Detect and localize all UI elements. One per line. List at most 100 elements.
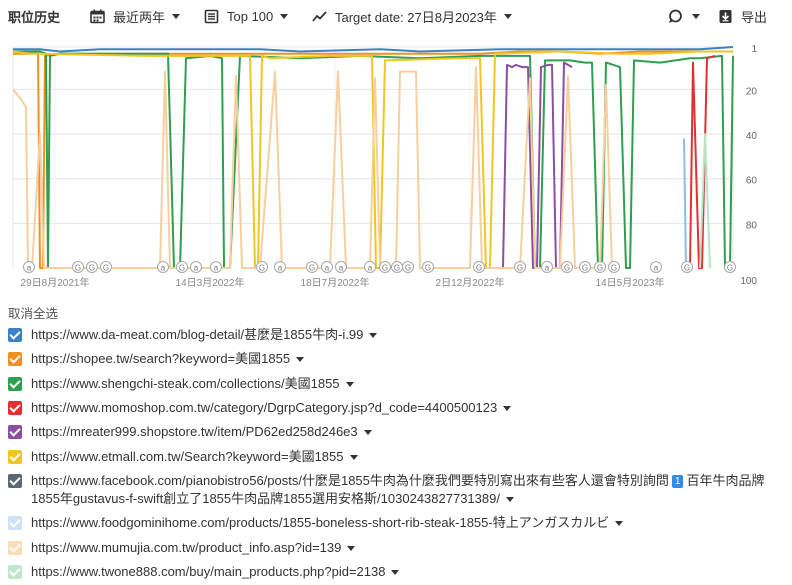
url-text: https://www.etmall.com.tw/Search?keyword… [31, 449, 344, 464]
chevron-down-icon [347, 546, 356, 552]
deselect-all-link[interactable]: 取消全选 [8, 303, 58, 322]
chevron-down-icon [363, 430, 372, 436]
url-text: https://www.momoshop.com.tw/category/Dgr… [31, 400, 498, 415]
annotation-marker-label: G [405, 264, 411, 273]
url-text: https://www.twone888.com/buy/main_produc… [31, 564, 386, 579]
annotation-marker-label: a [161, 264, 166, 273]
url-text: https://www.da-meat.com/blog-detail/甚麼是1… [31, 327, 364, 342]
url-dropdown[interactable]: https://www.facebook.com/pianobistro56/p… [31, 472, 788, 508]
series-checkbox[interactable] [8, 425, 22, 439]
chevron-down-icon [369, 333, 378, 339]
annotation-marker-label: G [597, 264, 603, 273]
chevron-down-icon [345, 382, 354, 388]
series-checkbox[interactable] [8, 565, 22, 579]
url-dropdown[interactable]: https://www.shengchi-steak.com/collectio… [31, 375, 788, 393]
chevron-down-icon [503, 13, 512, 19]
top-label: Top 100 [227, 8, 274, 24]
chevron-down-icon [172, 13, 181, 19]
annotation-marker-label: G [684, 264, 690, 273]
annotation-marker-label: G [727, 264, 733, 273]
comment-dropdown[interactable] [668, 7, 700, 25]
list-item: https://www.facebook.com/pianobistro56/p… [8, 472, 788, 508]
series-checkbox[interactable] [8, 516, 22, 530]
list-item: https://www.foodgominihome.com/products/… [8, 514, 788, 532]
x-tick-label: 2日12月2022年 [436, 276, 505, 289]
annotation-marker-label: G [259, 264, 265, 273]
list-item: https://www.shengchi-steak.com/collectio… [8, 375, 788, 393]
annotation-marker-label: G [179, 264, 185, 273]
series-checkbox[interactable] [8, 352, 22, 366]
y-tick-label: 40 [746, 131, 758, 142]
y-tick-label: 1 [751, 44, 757, 55]
comment-icon [668, 9, 683, 24]
annotation-marker-label: a [194, 264, 199, 273]
chevron-down-icon [391, 570, 400, 576]
annotation-marker-label: G [394, 264, 400, 273]
download-icon [718, 9, 733, 24]
annotation-marker-label: a [368, 264, 373, 273]
list-item: https://www.momoshop.com.tw/category/Dgr… [8, 399, 788, 417]
chevron-down-icon [692, 13, 700, 19]
y-tick-label: 20 [746, 86, 758, 97]
top-dropdown[interactable]: Top 100 [204, 7, 289, 25]
target-date-dropdown[interactable]: Target date: 27日8月2023年 [312, 7, 512, 25]
series-checkbox[interactable] [8, 450, 22, 464]
url-text: https://www.mumujia.com.tw/product_info.… [31, 540, 342, 555]
series-checkbox[interactable] [8, 541, 22, 555]
series-checkbox[interactable] [8, 328, 22, 342]
chevron-down-icon [503, 406, 512, 412]
series-checkbox[interactable] [8, 401, 22, 415]
annotation-marker-label: G [89, 264, 95, 273]
annotation-marker-label: G [75, 264, 81, 273]
url-dropdown[interactable]: https://www.da-meat.com/blog-detail/甚麼是1… [31, 326, 788, 344]
page-title: 职位历史 [8, 9, 61, 25]
info-badge: 1 [671, 475, 684, 488]
annotation-marker-label: G [582, 264, 588, 273]
series-checkbox[interactable] [8, 474, 22, 488]
list-item: https://www.twone888.com/buy/main_produc… [8, 563, 788, 581]
url-text: https://www.facebook.com/pianobistro56/p… [31, 473, 669, 488]
annotation-marker-label: G [611, 264, 617, 273]
series-checkbox[interactable] [8, 377, 22, 391]
annotation-marker-label: a [27, 264, 32, 273]
annotation-marker-label: a [654, 264, 659, 273]
annotation-marker-label: a [339, 264, 344, 273]
annotation-marker-label: G [517, 264, 523, 273]
annotation-marker-label: a [545, 264, 550, 273]
series-line [699, 133, 711, 269]
x-tick-label: 14日3月2022年 [176, 276, 245, 289]
trend-icon [312, 9, 327, 24]
url-text: https://mreater999.shopstore.tw/item/PD6… [31, 424, 358, 439]
list-item: https://www.mumujia.com.tw/product_info.… [8, 539, 788, 557]
chevron-down-icon [505, 497, 514, 503]
url-dropdown[interactable]: https://www.foodgominihome.com/products/… [31, 514, 788, 532]
toolbar: 职位历史 最近两年 Top 100 Target date: 27日8月2023… [0, 0, 792, 32]
export-label: 导出 [741, 9, 768, 25]
url-dropdown[interactable]: https://mreater999.shopstore.tw/item/PD6… [31, 423, 788, 441]
chevron-down-icon [349, 455, 358, 461]
period-dropdown[interactable]: 最近两年 [90, 7, 181, 25]
annotation-marker-label: a [278, 264, 283, 273]
x-tick-label: 29日8月2021年 [21, 276, 90, 289]
url-dropdown[interactable]: https://shopee.tw/search?keyword=美國1855 [31, 350, 788, 368]
url-dropdown[interactable]: https://www.twone888.com/buy/main_produc… [31, 563, 788, 581]
series-line [13, 46, 734, 53]
list-item: https://shopee.tw/search?keyword=美國1855 [8, 350, 788, 368]
url-text: https://shopee.tw/search?keyword=美國1855 [31, 351, 291, 366]
list-icon [204, 9, 219, 24]
target-date-label: Target date: 27日8月2023年 [335, 9, 497, 25]
list-item: https://mreater999.shopstore.tw/item/PD6… [8, 423, 788, 441]
url-dropdown[interactable]: https://www.etmall.com.tw/Search?keyword… [31, 448, 788, 466]
export-button[interactable]: 导出 [718, 7, 767, 25]
chevron-down-icon [280, 13, 289, 19]
period-label: 最近两年 [113, 9, 166, 25]
url-dropdown[interactable]: https://www.mumujia.com.tw/product_info.… [31, 539, 788, 557]
url-text: https://www.foodgominihome.com/products/… [31, 515, 610, 530]
list-item: https://www.da-meat.com/blog-detail/甚麼是1… [8, 326, 788, 344]
position-history-chart: 1 20 40 60 80 100 a G G Ga Ga a Ga Ga a a G G G G G Ga G G G Ga G G… [0, 36, 792, 298]
annotation-marker-label: a [214, 264, 219, 273]
chevron-down-icon [296, 357, 305, 363]
url-dropdown[interactable]: https://www.momoshop.com.tw/category/Dgr… [31, 399, 788, 417]
chevron-down-icon [615, 521, 624, 527]
list-item: https://www.etmall.com.tw/Search?keyword… [8, 448, 788, 466]
